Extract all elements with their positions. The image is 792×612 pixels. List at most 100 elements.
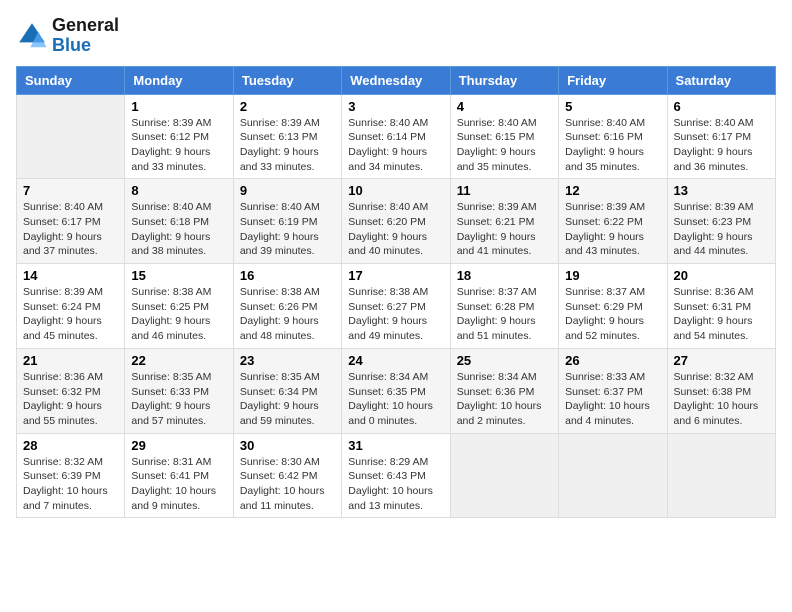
day-content: Sunrise: 8:35 AM Sunset: 6:34 PM Dayligh… [240, 370, 335, 429]
calendar-cell: 1Sunrise: 8:39 AM Sunset: 6:12 PM Daylig… [125, 94, 233, 179]
day-content: Sunrise: 8:38 AM Sunset: 6:26 PM Dayligh… [240, 285, 335, 344]
calendar-cell: 6 Sunrise: 8:40 AM Sunset: 6:17 PM Daylig… [667, 94, 775, 179]
day-number: 29 [131, 438, 226, 453]
calendar-cell: 13 Sunrise: 8:39 AM Sunset: 6:23 PM Dayli… [667, 179, 775, 264]
day-number: 10 [348, 183, 443, 198]
calendar-cell: 27 Sunrise: 8:32 AM Sunset: 6:38 PM Dayli… [667, 348, 775, 433]
day-content: Sunrise: 8:39 AM Sunset: 6:23 PM Dayligh… [674, 200, 769, 259]
calendar-table: SundayMondayTuesdayWednesdayThursdayFrid… [16, 66, 776, 519]
day-number: 15 [131, 268, 226, 283]
calendar-cell: 30 Sunrise: 8:30 AM Sunset: 6:42 PM Dayli… [233, 433, 341, 518]
day-content: Sunrise: 8:40 AM Sunset: 6:17 PM Dayligh… [674, 116, 769, 175]
day-number: 8 [131, 183, 226, 198]
day-content: Sunrise: 8:38 AM Sunset: 6:25 PM Dayligh… [131, 285, 226, 344]
calendar-cell: 16 Sunrise: 8:38 AM Sunset: 6:26 PM Dayli… [233, 264, 341, 349]
day-content: Sunrise: 8:36 AM Sunset: 6:32 PM Dayligh… [23, 370, 118, 429]
calendar-cell: 26 Sunrise: 8:33 AM Sunset: 6:37 PM Dayli… [559, 348, 667, 433]
day-header-monday: Monday [125, 66, 233, 94]
day-content: Sunrise: 8:32 AM Sunset: 6:38 PM Dayligh… [674, 370, 769, 429]
day-content: Sunrise: 8:40 AM Sunset: 6:15 PM Dayligh… [457, 116, 552, 175]
day-header-tuesday: Tuesday [233, 66, 341, 94]
calendar-cell: 25Sunrise: 8:34 AM Sunset: 6:36 PM Dayli… [450, 348, 558, 433]
logo: General Blue [16, 16, 119, 56]
day-content: Sunrise: 8:34 AM Sunset: 6:36 PM Dayligh… [457, 370, 552, 429]
day-content: Sunrise: 8:37 AM Sunset: 6:29 PM Dayligh… [565, 285, 660, 344]
day-content: Sunrise: 8:30 AM Sunset: 6:42 PM Dayligh… [240, 455, 335, 514]
day-content: Sunrise: 8:34 AM Sunset: 6:35 PM Dayligh… [348, 370, 443, 429]
calendar-body: 1Sunrise: 8:39 AM Sunset: 6:12 PM Daylig… [17, 94, 776, 518]
day-number: 26 [565, 353, 660, 368]
day-content: Sunrise: 8:38 AM Sunset: 6:27 PM Dayligh… [348, 285, 443, 344]
calendar-week-3: 14 Sunrise: 8:39 AM Sunset: 6:24 PM Dayli… [17, 264, 776, 349]
day-number: 13 [674, 183, 769, 198]
calendar-cell: 4 Sunrise: 8:40 AM Sunset: 6:15 PM Daylig… [450, 94, 558, 179]
day-number: 7 [23, 183, 118, 198]
day-header-saturday: Saturday [667, 66, 775, 94]
day-content: Sunrise: 8:39 AM Sunset: 6:13 PM Dayligh… [240, 116, 335, 175]
day-number: 1 [131, 99, 226, 114]
day-number: 20 [674, 268, 769, 283]
calendar-cell: 12Sunrise: 8:39 AM Sunset: 6:22 PM Dayli… [559, 179, 667, 264]
calendar-cell: 5 Sunrise: 8:40 AM Sunset: 6:16 PM Daylig… [559, 94, 667, 179]
day-number: 19 [565, 268, 660, 283]
day-header-friday: Friday [559, 66, 667, 94]
day-header-wednesday: Wednesday [342, 66, 450, 94]
day-content: Sunrise: 8:40 AM Sunset: 6:19 PM Dayligh… [240, 200, 335, 259]
calendar-cell: 17 Sunrise: 8:38 AM Sunset: 6:27 PM Dayli… [342, 264, 450, 349]
calendar-cell [559, 433, 667, 518]
calendar-cell: 29Sunrise: 8:31 AM Sunset: 6:41 PM Dayli… [125, 433, 233, 518]
page-header: General Blue [16, 16, 776, 56]
day-number: 18 [457, 268, 552, 283]
day-number: 16 [240, 268, 335, 283]
calendar-week-1: 1Sunrise: 8:39 AM Sunset: 6:12 PM Daylig… [17, 94, 776, 179]
calendar-cell: 11Sunrise: 8:39 AM Sunset: 6:21 PM Dayli… [450, 179, 558, 264]
day-content: Sunrise: 8:36 AM Sunset: 6:31 PM Dayligh… [674, 285, 769, 344]
day-number: 30 [240, 438, 335, 453]
calendar-cell: 31Sunrise: 8:29 AM Sunset: 6:43 PM Dayli… [342, 433, 450, 518]
day-number: 5 [565, 99, 660, 114]
day-content: Sunrise: 8:39 AM Sunset: 6:22 PM Dayligh… [565, 200, 660, 259]
day-number: 4 [457, 99, 552, 114]
calendar-cell: 24 Sunrise: 8:34 AM Sunset: 6:35 PM Dayli… [342, 348, 450, 433]
day-content: Sunrise: 8:33 AM Sunset: 6:37 PM Dayligh… [565, 370, 660, 429]
day-number: 31 [348, 438, 443, 453]
calendar-cell: 28Sunrise: 8:32 AM Sunset: 6:39 PM Dayli… [17, 433, 125, 518]
calendar-cell: 22 Sunrise: 8:35 AM Sunset: 6:33 PM Dayli… [125, 348, 233, 433]
calendar-cell: 8 Sunrise: 8:40 AM Sunset: 6:18 PM Daylig… [125, 179, 233, 264]
day-number: 9 [240, 183, 335, 198]
day-content: Sunrise: 8:39 AM Sunset: 6:21 PM Dayligh… [457, 200, 552, 259]
day-number: 21 [23, 353, 118, 368]
calendar-week-5: 28Sunrise: 8:32 AM Sunset: 6:39 PM Dayli… [17, 433, 776, 518]
day-content: Sunrise: 8:40 AM Sunset: 6:18 PM Dayligh… [131, 200, 226, 259]
calendar-week-2: 7 Sunrise: 8:40 AM Sunset: 6:17 PM Daylig… [17, 179, 776, 264]
calendar-cell: 9 Sunrise: 8:40 AM Sunset: 6:19 PM Daylig… [233, 179, 341, 264]
day-content: Sunrise: 8:40 AM Sunset: 6:20 PM Dayligh… [348, 200, 443, 259]
day-number: 14 [23, 268, 118, 283]
calendar-cell: 20 Sunrise: 8:36 AM Sunset: 6:31 PM Dayli… [667, 264, 775, 349]
calendar-cell: 19 Sunrise: 8:37 AM Sunset: 6:29 PM Dayli… [559, 264, 667, 349]
day-number: 3 [348, 99, 443, 114]
day-number: 27 [674, 353, 769, 368]
day-number: 22 [131, 353, 226, 368]
calendar-cell [17, 94, 125, 179]
calendar-cell: 10 Sunrise: 8:40 AM Sunset: 6:20 PM Dayli… [342, 179, 450, 264]
calendar-cell [450, 433, 558, 518]
day-content: Sunrise: 8:40 AM Sunset: 6:14 PM Dayligh… [348, 116, 443, 175]
calendar-cell [667, 433, 775, 518]
calendar-cell: 15 Sunrise: 8:38 AM Sunset: 6:25 PM Dayli… [125, 264, 233, 349]
day-number: 2 [240, 99, 335, 114]
day-content: Sunrise: 8:39 AM Sunset: 6:24 PM Dayligh… [23, 285, 118, 344]
day-content: Sunrise: 8:40 AM Sunset: 6:17 PM Dayligh… [23, 200, 118, 259]
day-content: Sunrise: 8:40 AM Sunset: 6:16 PM Dayligh… [565, 116, 660, 175]
day-content: Sunrise: 8:35 AM Sunset: 6:33 PM Dayligh… [131, 370, 226, 429]
day-header-thursday: Thursday [450, 66, 558, 94]
day-number: 6 [674, 99, 769, 114]
calendar-cell: 21 Sunrise: 8:36 AM Sunset: 6:32 PM Dayli… [17, 348, 125, 433]
day-number: 28 [23, 438, 118, 453]
calendar-week-4: 21 Sunrise: 8:36 AM Sunset: 6:32 PM Dayli… [17, 348, 776, 433]
day-number: 17 [348, 268, 443, 283]
day-number: 24 [348, 353, 443, 368]
logo-text: General Blue [52, 16, 119, 56]
day-number: 23 [240, 353, 335, 368]
calendar-cell: 7 Sunrise: 8:40 AM Sunset: 6:17 PM Daylig… [17, 179, 125, 264]
